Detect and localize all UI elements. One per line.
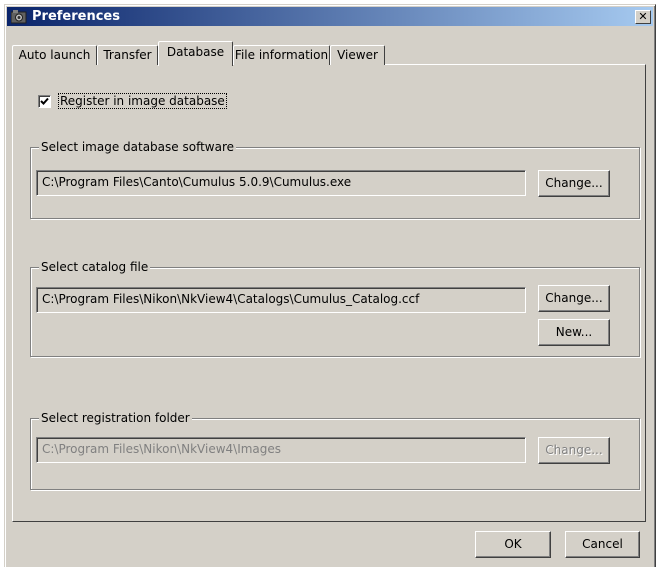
checkmark-icon [40, 97, 49, 105]
catalog-group-legend: Select catalog file [39, 260, 151, 274]
software-path-field[interactable]: C:\Program Files\Canto\Cumulus 5.0.9\Cum… [36, 170, 526, 196]
close-icon: ✕ [638, 9, 648, 23]
cancel-button[interactable]: Cancel [565, 531, 640, 558]
software-group-legend: Select image database software [39, 140, 237, 154]
ok-button[interactable]: OK [475, 531, 551, 558]
folder-group-legend: Select registration folder [39, 411, 192, 425]
folder-path-field[interactable]: C:\Program Files\Nikon\NkView4\Images [36, 437, 526, 463]
tab-viewer[interactable]: Viewer [330, 45, 385, 65]
catalog-new-button[interactable]: New... [538, 319, 610, 346]
title-bar[interactable]: Preferences ✕ [7, 7, 653, 26]
window-title: Preferences [32, 9, 120, 24]
close-button[interactable]: ✕ [635, 9, 651, 24]
catalog-path-field[interactable]: C:\Program Files\Nikon\NkView4\Catalogs\… [36, 287, 526, 313]
tab-file-information[interactable]: File information [233, 45, 330, 65]
app-icon [10, 9, 27, 24]
software-change-button[interactable]: Change... [538, 170, 610, 197]
tab-database[interactable]: Database [158, 41, 233, 66]
register-checkbox-row[interactable]: Register in image database [38, 93, 227, 109]
folder-change-button[interactable]: Change... [538, 437, 610, 464]
tab-auto-launch[interactable]: Auto launch [12, 45, 97, 65]
tab-transfer[interactable]: Transfer [97, 45, 158, 65]
register-checkbox[interactable] [38, 94, 51, 108]
catalog-change-button[interactable]: Change... [538, 285, 610, 312]
register-label[interactable]: Register in image database [58, 93, 227, 109]
